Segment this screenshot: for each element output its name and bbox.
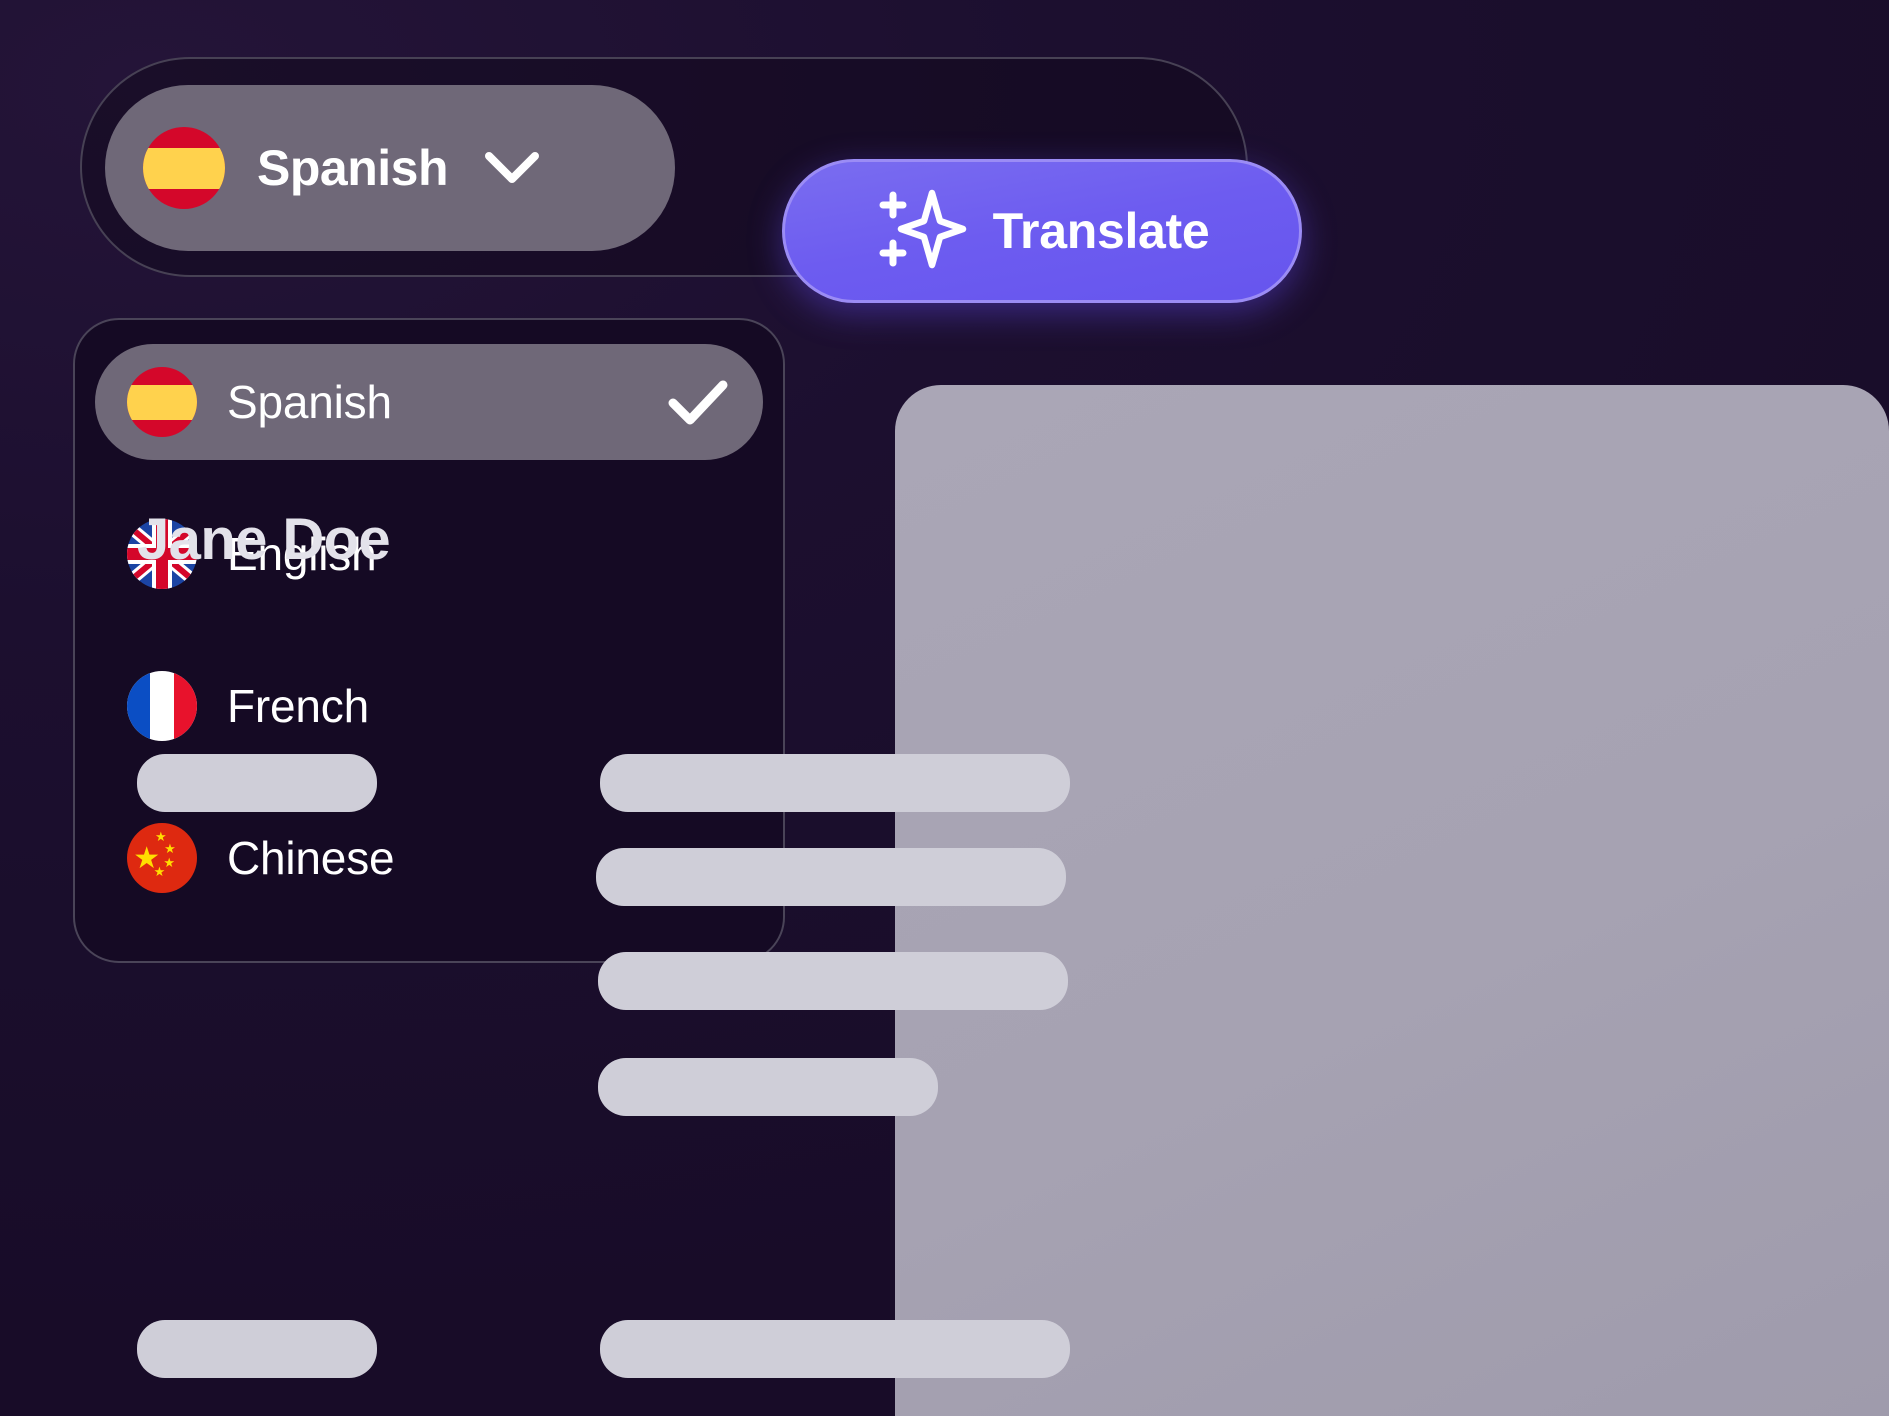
- skeleton-placeholder: [598, 952, 1068, 1010]
- dropdown-item-label: French: [227, 680, 369, 732]
- dropdown-item-spanish[interactable]: Spanish: [95, 344, 763, 460]
- profile-name: Jane Doe: [137, 507, 391, 572]
- translate-button[interactable]: Translate: [782, 159, 1302, 303]
- translate-toolbar: Spanish Translate: [80, 57, 1302, 303]
- skeleton-placeholder: [600, 754, 1070, 812]
- france-flag-icon: [127, 671, 197, 741]
- skeleton-placeholder: [600, 1320, 1070, 1378]
- china-flag-icon: ★ ★ ★ ★ ★: [127, 823, 197, 893]
- dropdown-item-label: Chinese: [227, 832, 395, 884]
- language-select-label: Spanish: [257, 140, 448, 196]
- spain-flag-icon: [127, 367, 197, 437]
- dropdown-item-french[interactable]: French: [95, 648, 763, 764]
- skeleton-placeholder: [137, 754, 377, 812]
- chevron-down-icon[interactable]: [484, 150, 540, 186]
- spain-flag-icon: [143, 127, 225, 209]
- skeleton-placeholder: [596, 848, 1066, 906]
- app-background: Spanish Translate Spanish English French…: [0, 0, 1889, 1416]
- language-select[interactable]: Spanish: [105, 85, 675, 251]
- skeleton-placeholder: [598, 1058, 938, 1116]
- check-icon: [667, 378, 729, 426]
- dropdown-item-label: Spanish: [227, 376, 392, 428]
- skeleton-placeholder: [137, 1320, 377, 1378]
- translate-button-label: Translate: [992, 203, 1210, 259]
- sparkle-icon: [875, 183, 967, 280]
